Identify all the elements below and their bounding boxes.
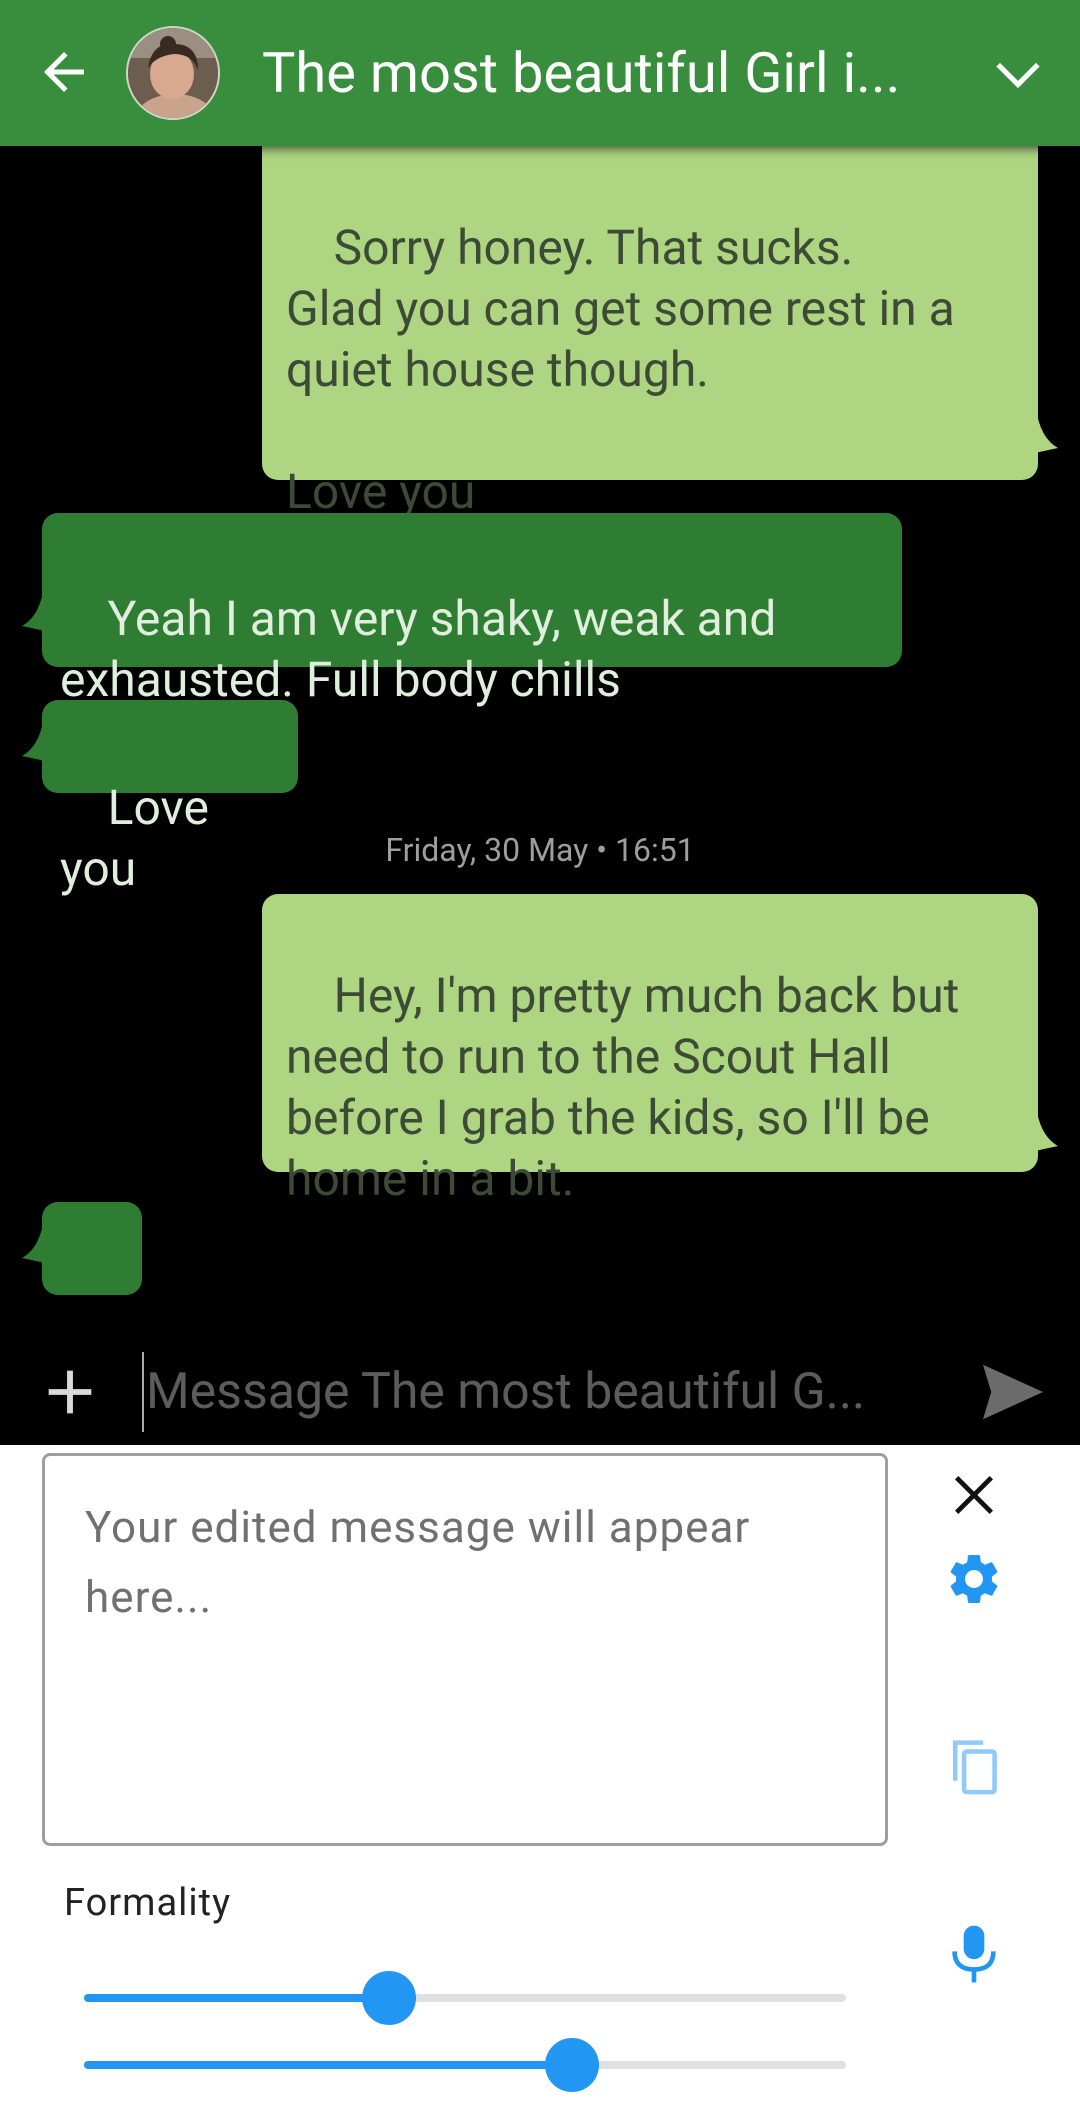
message-input[interactable]: Message The most beautiful G... — [142, 1352, 892, 1432]
rewrite-panel: Your edited message will appear here... … — [0, 1445, 1080, 2115]
voice-input-button[interactable] — [950, 1923, 998, 1985]
send-icon — [983, 1364, 1043, 1420]
copy-icon — [952, 1740, 997, 1795]
plus-icon — [48, 1370, 92, 1414]
slider-thumb[interactable] — [544, 2038, 599, 2092]
message-bubble-incoming[interactable]: Yeah I am very shaky, weak and exhausted… — [42, 513, 902, 708]
copy-button[interactable] — [942, 1735, 1004, 1801]
gear-icon — [950, 1555, 998, 1603]
bubble-tail — [22, 1218, 50, 1264]
bubble-tail — [1030, 408, 1058, 454]
settings-button[interactable] — [944, 1549, 1004, 1609]
formality-label: Formality — [64, 1881, 232, 1925]
close-icon — [954, 1475, 994, 1515]
date-separator: Friday, 30 May • 16:51 — [385, 831, 695, 869]
chevron-down-icon — [996, 62, 1040, 89]
message-bubble-incoming[interactable]: Ok — [42, 1202, 142, 1399]
chat-header: The most beautiful Girl i... — [0, 0, 1080, 146]
bubble-tail — [1030, 1106, 1058, 1152]
avatar-image — [128, 28, 218, 118]
compose-bar: Message The most beautiful G... — [0, 1340, 1080, 1444]
bubble-tail — [22, 586, 50, 632]
close-button[interactable] — [948, 1469, 1000, 1521]
message-list[interactable]: Sorry honey. That sucks. Glad you can ge… — [0, 146, 1080, 1446]
avatar[interactable] — [126, 26, 220, 120]
slider-fill — [84, 2061, 572, 2069]
message-text: Hey, I'm pretty much back but need to ru… — [286, 967, 960, 1207]
attach-button[interactable] — [38, 1360, 102, 1424]
back-button[interactable] — [34, 42, 94, 102]
message-text: Yeah I am very shaky, weak and exhausted… — [60, 590, 777, 708]
edited-message-field[interactable]: Your edited message will appear here... — [42, 1453, 888, 1846]
slider-thumb[interactable] — [361, 1971, 416, 2025]
tone-slider[interactable] — [84, 2035, 846, 2095]
expand-button[interactable] — [990, 46, 1046, 102]
message-bubble-incoming[interactable]: Love you — [42, 700, 298, 897]
header-title[interactable]: The most beautiful Girl i... — [262, 38, 922, 108]
formality-slider[interactable] — [84, 1968, 846, 2028]
slider-fill — [84, 1994, 389, 2002]
bubble-tail — [22, 716, 50, 762]
message-bubble-outgoing[interactable]: Sorry honey. That sucks. Glad you can ge… — [262, 146, 1038, 520]
mic-icon — [952, 1925, 996, 1983]
arrow-back-icon — [44, 52, 84, 92]
message-text: Sorry honey. That sucks. Glad you can ge… — [286, 219, 955, 520]
message-bubble-outgoing[interactable]: Hey, I'm pretty much back but need to ru… — [262, 894, 1038, 1207]
send-button[interactable] — [980, 1362, 1046, 1422]
